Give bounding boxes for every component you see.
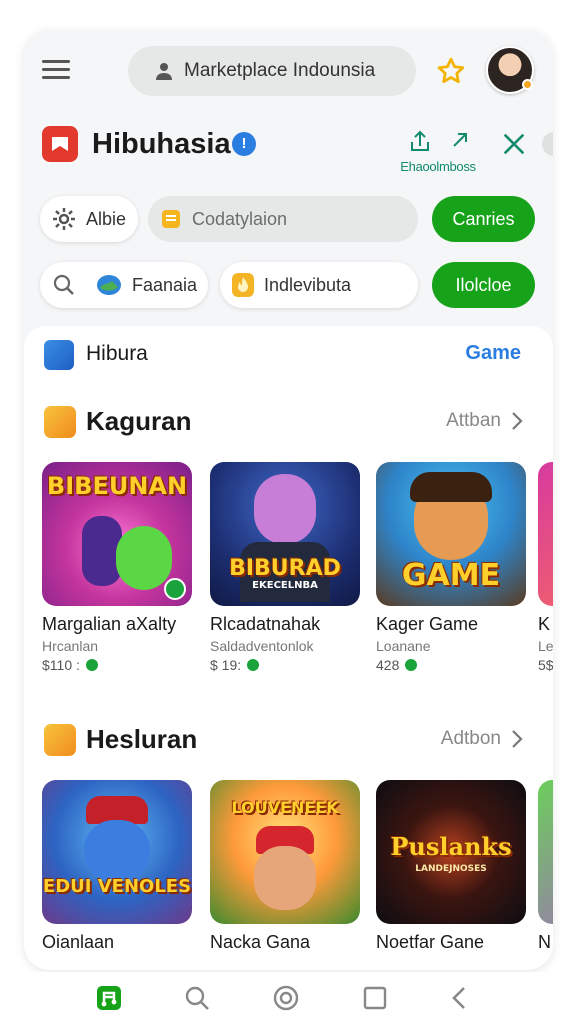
game-tile[interactable]: BIBURAD EKECELNBA Rlcadatnahak Saldadven… <box>210 462 360 673</box>
game-developer: Hrcanlan <box>42 638 99 654</box>
hibura-app-icon <box>44 340 74 370</box>
share-label: Ehaoolmboss <box>400 159 476 174</box>
more-label: Attban <box>446 410 501 431</box>
game-name: N <box>538 932 551 952</box>
flame-icon <box>232 273 254 297</box>
search-label: Marketplace Indounsia <box>184 60 376 81</box>
discover-icon[interactable] <box>272 984 300 1012</box>
info-badge[interactable]: ! <box>232 132 256 156</box>
app-title: Hibuhasia <box>92 128 231 160</box>
game-thumbnail: BIBURAD EKECELNBA <box>210 462 360 606</box>
chip-label: Faanaia <box>132 274 198 295</box>
section-title-hesluran: Hesluran <box>86 724 198 754</box>
game-tile[interactable]: BIBEUNAN Margalian aXalty Hrcanlan $110 … <box>42 462 192 673</box>
game-price: 428 <box>376 657 526 673</box>
content-card: Hibura Game Kaguran Attban BIBEUNAN Marg… <box>24 326 553 970</box>
thumb-art-text: EDUI VENOLES <box>42 876 192 897</box>
game-thumbnail: BIBEUNAN <box>42 462 192 606</box>
app-logo-icon <box>42 126 78 162</box>
game-name: Oianlaan <box>42 932 115 952</box>
home-icon[interactable] <box>95 984 123 1012</box>
game-tile[interactable]: GAME Kager Game Loanane 428 <box>376 462 526 673</box>
game-developer: Le <box>538 638 553 654</box>
upload-icon <box>411 130 467 151</box>
close-icon[interactable] <box>500 130 528 158</box>
chip-indlevibuta[interactable]: Indlevibuta <box>220 262 418 308</box>
thumb-art-text: BIBEUNAN <box>46 472 188 500</box>
thumb-art-text: Puslanks <box>390 832 512 861</box>
game-developer: Saldadventonlok <box>210 638 314 654</box>
overflow-button[interactable] <box>542 132 553 156</box>
game-price: $ 19: <box>210 657 360 673</box>
search-icon <box>52 273 76 297</box>
star-icon[interactable] <box>436 56 466 86</box>
hesluran-section-icon <box>44 724 76 756</box>
thumb-art-subtext: EKECELNBA <box>252 580 318 591</box>
thumb-art-subtext: LANDEJNOSES <box>415 864 487 874</box>
phone-frame: Marketplace Indounsia Hibuhasia ! Ehaool… <box>24 30 553 970</box>
chip-label: Indlevibuta <box>264 274 352 295</box>
status-dot <box>522 79 533 90</box>
gear-icon <box>52 207 76 231</box>
game-price: $110 : <box>42 657 192 673</box>
chip-codatylaion[interactable]: Codatylaion <box>148 196 418 242</box>
game-name: Margalian aXalty <box>42 614 177 634</box>
chip-canries-button[interactable]: Canries <box>432 196 535 242</box>
marketplace-search-bar[interactable]: Marketplace Indounsia <box>128 46 416 96</box>
game-tile[interactable]: EDUI VENOLES Oianlaan <box>42 780 192 953</box>
game-name: K <box>538 614 551 634</box>
game-thumbnail: GAME <box>376 462 526 606</box>
chip-albie[interactable]: Albie <box>40 196 138 242</box>
chevron-right-icon <box>512 730 523 748</box>
top-bar: Marketplace Indounsia <box>24 30 553 114</box>
chip-faanaia[interactable]: Faanaia <box>40 262 208 308</box>
back-icon[interactable] <box>446 984 474 1012</box>
game-developer: Loanane <box>376 638 431 654</box>
thumb-art-text: GAME <box>401 558 501 593</box>
kaguran-section-icon <box>44 406 76 438</box>
game-name: Kager Game <box>376 614 479 634</box>
chip-label: Ilolcloe <box>455 274 512 295</box>
game-thumbnail: EDUI VENOLES <box>42 780 192 924</box>
game-thumbnail: LOUVENEEK <box>210 780 360 924</box>
chip-label: Canries <box>452 208 515 229</box>
game-link[interactable]: Game <box>465 342 521 365</box>
game-tile[interactable]: N <box>538 780 553 953</box>
section-more-hesluran[interactable]: Adtbon <box>441 728 523 750</box>
more-label: Adtbon <box>440 728 501 749</box>
game-name: Rlcadatnahak <box>210 614 321 634</box>
user-avatar[interactable] <box>486 46 534 94</box>
game-thumbnail <box>538 780 553 924</box>
thumb-art-text: BIBURAD <box>229 556 341 581</box>
card-title: Hibura <box>86 342 148 365</box>
bottom-navigation-bar <box>0 972 576 1024</box>
game-thumbnail <box>538 462 553 606</box>
chip-label: Albie <box>86 208 127 229</box>
person-icon <box>156 63 172 80</box>
app-header: Hibuhasia ! Ehaoolmboss <box>24 118 553 178</box>
game-name: Noetfar Gane <box>376 932 485 952</box>
chip-ilolcloe-button[interactable]: Ilolcloe <box>432 262 535 308</box>
search-icon[interactable] <box>183 984 211 1012</box>
globe-icon <box>96 273 122 297</box>
chevron-right-icon <box>512 412 523 430</box>
game-thumbnail: Puslanks LANDEJNOSES <box>376 780 526 924</box>
clipboard-icon <box>160 208 182 230</box>
game-name: Nacka Gana <box>210 932 311 952</box>
section-title-kaguran: Kaguran <box>86 406 192 436</box>
section-more-kaguran[interactable]: Attban <box>446 410 523 432</box>
recent-apps-icon[interactable] <box>361 984 389 1012</box>
hamburger-menu-icon[interactable] <box>42 60 70 82</box>
share-button[interactable]: Ehaoolmboss <box>394 128 482 174</box>
game-tile[interactable]: Puslanks LANDEJNOSES Noetfar Gane <box>376 780 526 953</box>
game-price: 5$ <box>538 657 553 673</box>
chip-label: Codatylaion <box>192 208 288 229</box>
game-tile[interactable]: LOUVENEEK Nacka Gana <box>210 780 360 953</box>
thumb-art-text: LOUVENEEK <box>231 798 339 817</box>
game-tile[interactable]: K Le 5$ <box>538 462 553 673</box>
